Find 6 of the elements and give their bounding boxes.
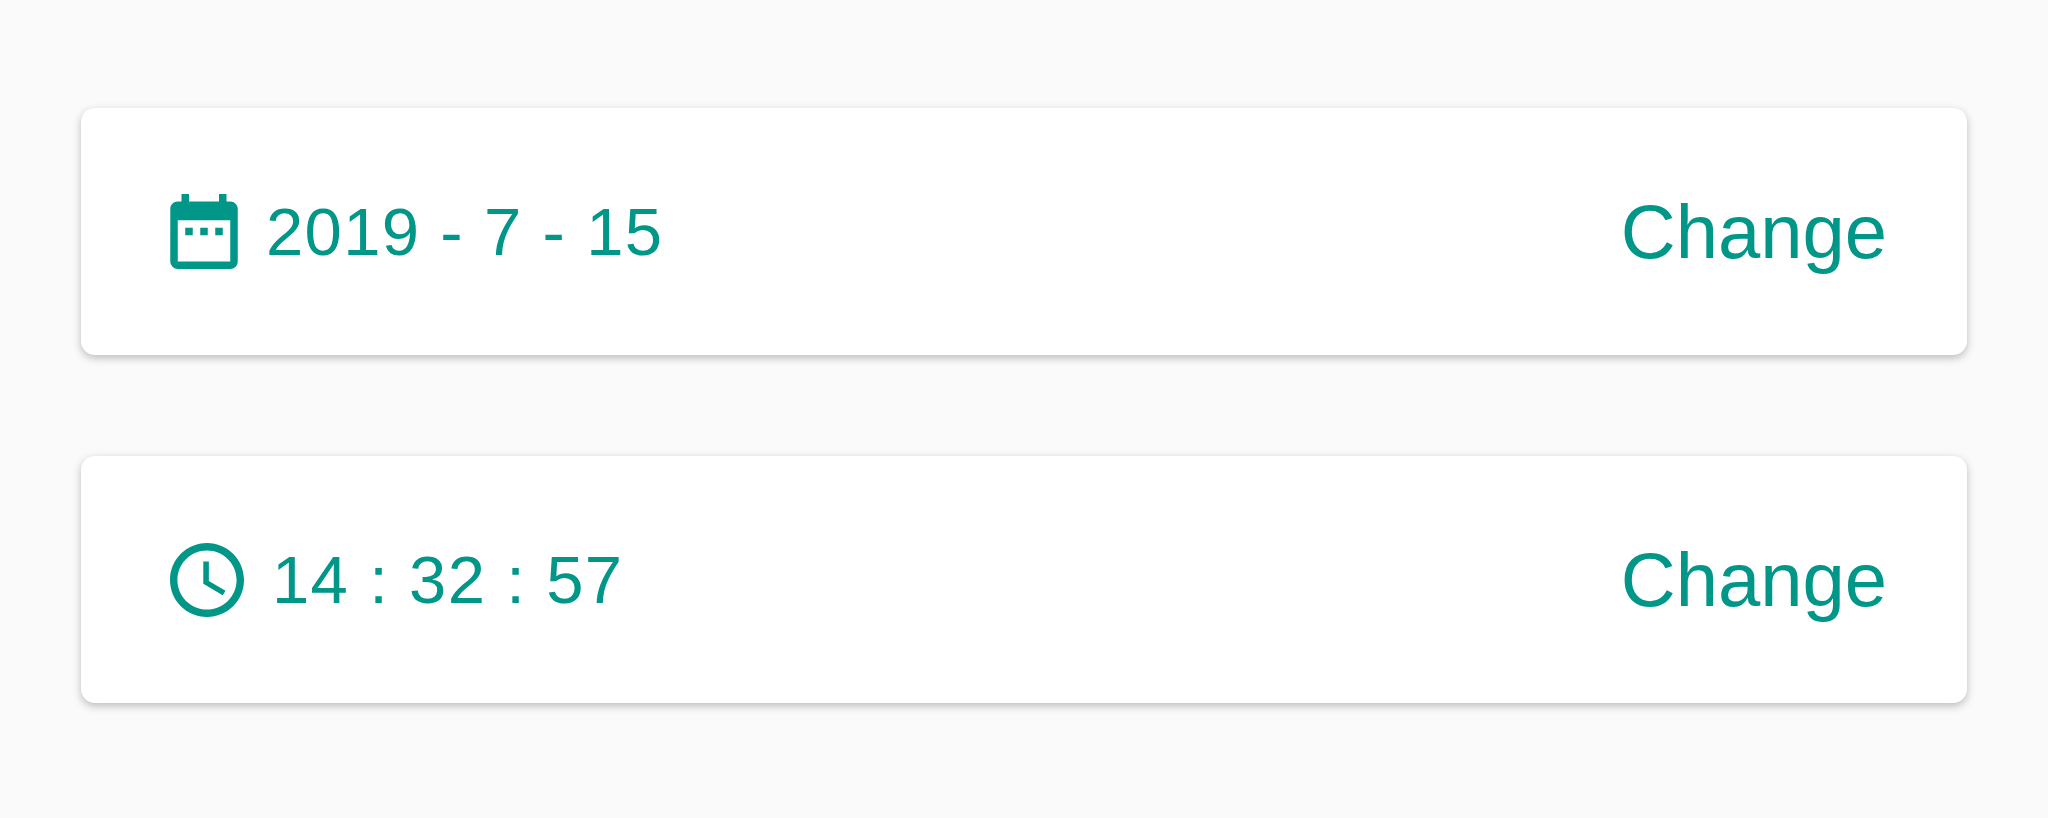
change-button[interactable]: Change bbox=[1612, 185, 1895, 278]
calendar-icon bbox=[170, 194, 238, 269]
change-button[interactable]: Change bbox=[1612, 533, 1895, 626]
clock-icon bbox=[170, 542, 244, 617]
time-value: 14 : 32 : 57 bbox=[272, 546, 624, 613]
date-value: 2019 - 7 - 15 bbox=[266, 198, 664, 265]
